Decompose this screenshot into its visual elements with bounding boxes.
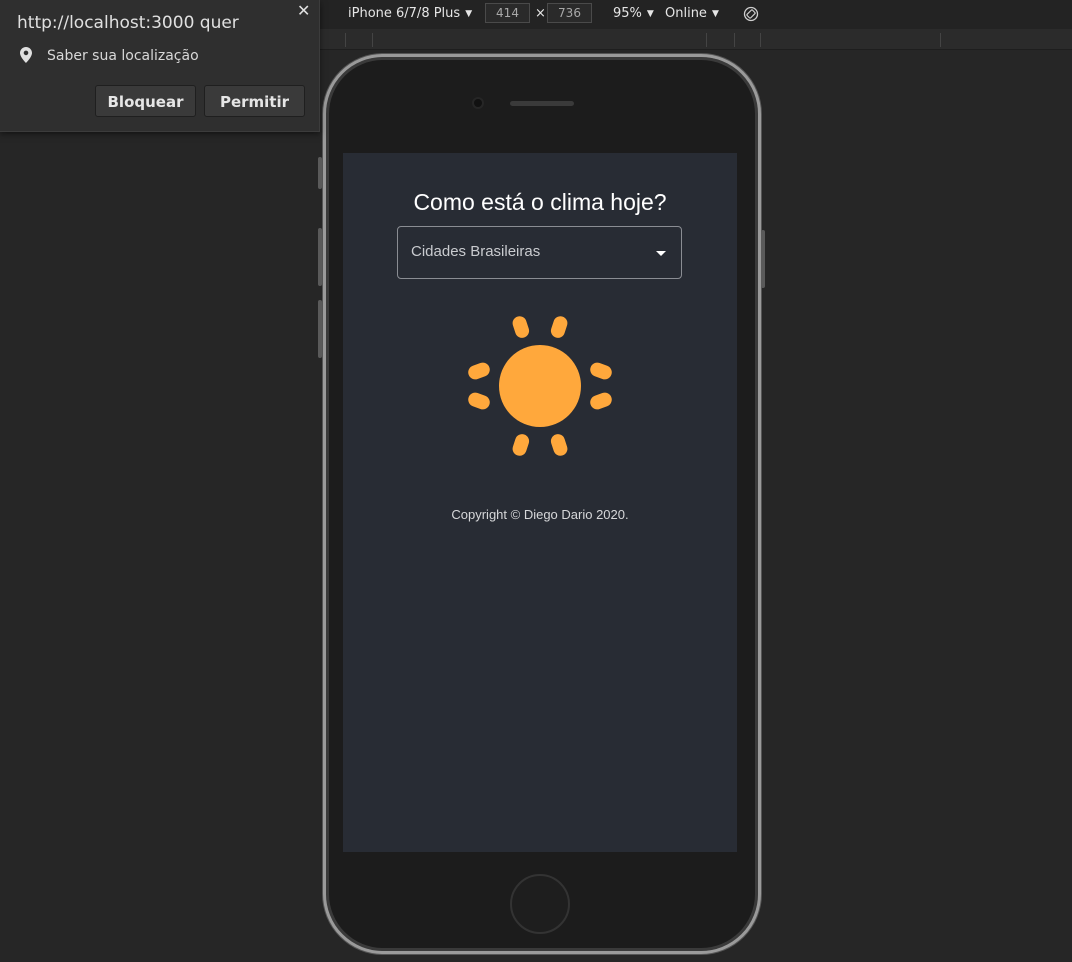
sun-ray (512, 316, 530, 338)
sun-icon (468, 316, 612, 456)
close-icon[interactable]: ✕ (297, 1, 310, 20)
city-select-value: Cidades Brasileiras (411, 243, 541, 260)
sun-ray (468, 392, 490, 410)
width-input[interactable]: 414 (485, 3, 530, 23)
location-pin-icon (20, 47, 32, 63)
page-title: Como está o clima hoje? (413, 189, 667, 215)
sun-ray (512, 434, 530, 456)
sun-ray (590, 362, 612, 380)
phone-volume-up (318, 228, 322, 286)
chevron-down-icon (656, 251, 666, 256)
chevron-down-icon: ▼ (646, 9, 654, 19)
zoom-selector[interactable]: 95% ▼ (613, 6, 654, 21)
block-button[interactable]: Bloquear (95, 85, 196, 117)
app-screen: Como está o clima hoje? Cidades Brasilei… (343, 153, 737, 852)
chevron-down-icon: ▼ (465, 9, 473, 19)
phone-power-button (761, 230, 765, 288)
zoom-value: 95% (613, 6, 642, 21)
sun-ray (590, 392, 612, 410)
phone-mute-switch (318, 157, 322, 189)
phone-volume-down (318, 300, 322, 358)
network-selector[interactable]: Online ▼ (665, 6, 719, 21)
sun-ray (550, 434, 568, 456)
network-value: Online (665, 6, 707, 21)
chevron-down-icon: ▼ (711, 9, 719, 19)
permission-request-text: Saber sua localização (47, 48, 199, 64)
allow-button[interactable]: Permitir (204, 85, 305, 117)
city-select[interactable]: Cidades Brasileiras (397, 226, 682, 279)
phone-home-button (510, 874, 570, 934)
sun-ray (550, 316, 568, 338)
device-selector[interactable]: iPhone 6/7/8 Plus ▼ (348, 6, 472, 21)
height-input[interactable]: 736 (547, 3, 592, 23)
popup-title: http://localhost:3000 quer (17, 13, 239, 33)
phone-speaker (510, 101, 574, 106)
rotate-icon[interactable] (743, 6, 759, 22)
copyright-text: Copyright © Diego Dario 2020. (451, 507, 629, 522)
dimension-separator: × (535, 6, 546, 21)
phone-camera (474, 99, 482, 107)
device-name: iPhone 6/7/8 Plus (348, 6, 461, 21)
sun-ray (468, 362, 490, 380)
location-permission-popup: http://localhost:3000 quer ✕ Saber sua l… (0, 0, 320, 132)
